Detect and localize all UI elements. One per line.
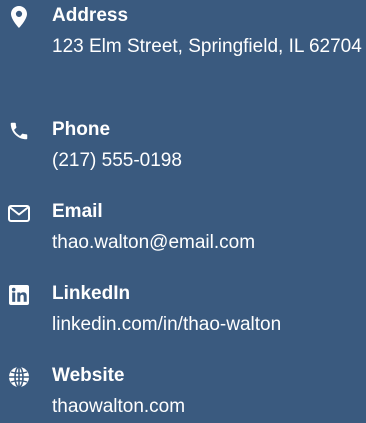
address-label: Address (52, 5, 129, 26)
email-link[interactable]: thao.walton@email.com (52, 227, 362, 259)
address-value: 123 Elm Street, Springfield, IL 62704 (52, 36, 362, 57)
phone-icon (8, 120, 30, 142)
website-label: Website (52, 365, 125, 386)
linkedin-icon (8, 284, 30, 306)
globe-icon (8, 366, 30, 388)
linkedin-link[interactable]: linkedin.com/in/thao-walton (52, 309, 362, 341)
website-link[interactable]: thaowalton.com (52, 391, 362, 423)
email-label: Email (52, 201, 103, 222)
contact-list: Address 123 Elm Street, Springfield, IL … (0, 0, 366, 417)
phone-label: Phone (52, 119, 111, 140)
map-pin-icon (8, 6, 30, 28)
envelope-icon (8, 202, 30, 224)
linkedin-label: LinkedIn (52, 283, 131, 304)
phone-link[interactable]: (217) 555-0198 (52, 145, 362, 177)
